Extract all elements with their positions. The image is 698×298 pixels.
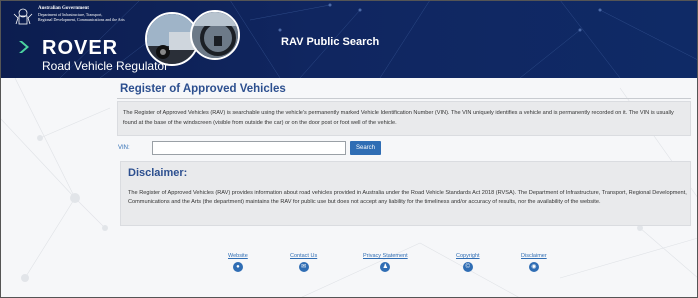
search-button[interactable]: Search bbox=[350, 141, 381, 155]
mail-icon[interactable]: ✉ bbox=[298, 262, 309, 272]
department-name-line2: Regional Development, Communications and… bbox=[38, 17, 125, 22]
chevron-right-icon bbox=[19, 41, 29, 53]
disclaimer-title: Disclaimer: bbox=[128, 167, 188, 179]
page-heading: RAV Public Search bbox=[281, 36, 380, 48]
site-footer: Website ● Contact Us ✉ Privacy Statement… bbox=[0, 253, 698, 283]
disclaimer-panel: Disclaimer: The Register of Approved Veh… bbox=[120, 161, 691, 226]
site-header: Australian Government Department of Infr… bbox=[0, 0, 698, 78]
footer-link-website[interactable]: Website ● bbox=[228, 253, 248, 272]
disclaimer-text: The Register of Approved Vehicles (RAV) … bbox=[128, 190, 687, 205]
footer-link-label[interactable]: Disclaimer bbox=[521, 253, 547, 259]
globe-icon[interactable]: ● bbox=[232, 262, 243, 272]
title-divider bbox=[117, 98, 691, 99]
register-title: Register of Approved Vehicles bbox=[120, 83, 286, 95]
footer-link-label[interactable]: Privacy Statement bbox=[363, 253, 408, 259]
info-icon[interactable]: ◉ bbox=[528, 262, 539, 272]
copyright-icon[interactable]: © bbox=[462, 262, 473, 272]
vin-label: VIN: bbox=[118, 145, 130, 151]
footer-link-label[interactable]: Website bbox=[228, 253, 248, 259]
coat-of-arms-icon bbox=[13, 8, 33, 25]
logo-subtitle: Road Vehicle Regulator bbox=[42, 59, 169, 73]
footer-link-label[interactable]: Copyright bbox=[456, 253, 480, 259]
footer-link-privacy-statement[interactable]: Privacy Statement ♟ bbox=[363, 253, 408, 272]
intro-text: The Register of Approved Vehicles (RAV) … bbox=[123, 110, 674, 126]
logo-title: ROVER bbox=[42, 37, 119, 59]
intro-panel: The Register of Approved Vehicles (RAV) … bbox=[117, 101, 691, 136]
vin-input[interactable] bbox=[152, 141, 346, 155]
footer-link-copyright[interactable]: Copyright © bbox=[456, 253, 480, 272]
footer-link-disclaimer[interactable]: Disclaimer ◉ bbox=[521, 253, 547, 272]
steering-wheel-photo bbox=[190, 10, 240, 60]
footer-link-contact-us[interactable]: Contact Us ✉ bbox=[290, 253, 317, 272]
government-branding: Australian Government Department of Infr… bbox=[12, 6, 142, 34]
footer-link-label[interactable]: Contact Us bbox=[290, 253, 317, 259]
person-icon[interactable]: ♟ bbox=[380, 262, 391, 272]
